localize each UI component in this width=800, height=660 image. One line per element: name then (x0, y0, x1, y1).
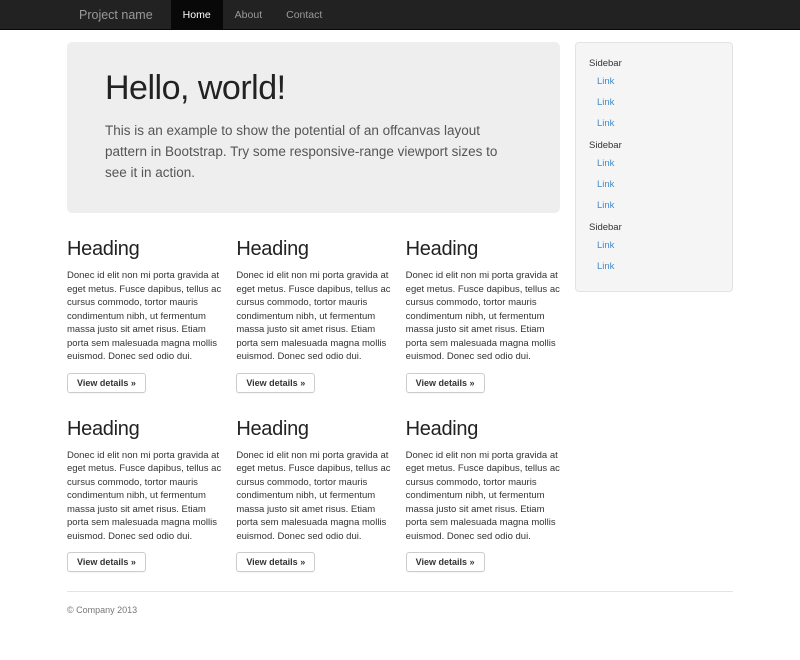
card-heading: Heading (406, 418, 560, 441)
jumbotron-text: This is an example to show the potential… (105, 120, 522, 183)
jumbotron: Hello, world! This is an example to show… (67, 42, 560, 213)
sidebar-group-1: Sidebar Link Link Link (589, 58, 719, 134)
sidebar-link[interactable]: Link (589, 174, 719, 195)
sidebar: Sidebar Link Link Link Sidebar Link Link… (575, 42, 733, 292)
card-body-text: Donec id elit non mi porta gravida at eg… (236, 449, 390, 544)
nav-item-contact[interactable]: Contact (274, 0, 334, 30)
navbar: Project name Home About Contact (0, 0, 800, 30)
view-details-button[interactable]: View details » (67, 552, 146, 572)
sidebar-link[interactable]: Link (589, 153, 719, 174)
card-body-text: Donec id elit non mi porta gravida at eg… (67, 449, 221, 544)
cards-grid: Heading Donec id elit non mi porta gravi… (67, 213, 560, 572)
view-details-button[interactable]: View details » (236, 373, 315, 393)
main-column: Hello, world! This is an example to show… (67, 42, 560, 572)
view-details-button[interactable]: View details » (406, 373, 485, 393)
card-body-text: Donec id elit non mi porta gravida at eg… (236, 269, 390, 364)
sidebar-group-3: Sidebar Link Link (589, 222, 719, 277)
footer: © Company 2013 (67, 591, 733, 615)
view-details-button[interactable]: View details » (236, 552, 315, 572)
sidebar-link[interactable]: Link (589, 71, 719, 92)
card-5: Heading Donec id elit non mi porta gravi… (236, 393, 390, 573)
page-container: Hello, world! This is an example to show… (67, 42, 733, 615)
nav-item-home[interactable]: Home (171, 0, 223, 30)
sidebar-link[interactable]: Link (589, 113, 719, 134)
page-title: Hello, world! (105, 69, 522, 108)
card-body-text: Donec id elit non mi porta gravida at eg… (406, 269, 560, 364)
view-details-button[interactable]: View details » (67, 373, 146, 393)
sidebar-group-2: Sidebar Link Link Link (589, 140, 719, 216)
footer-divider (67, 591, 733, 592)
card-heading: Heading (406, 238, 560, 261)
view-details-button[interactable]: View details » (406, 552, 485, 572)
sidebar-heading: Sidebar (589, 58, 719, 70)
sidebar-heading: Sidebar (589, 140, 719, 152)
card-3: Heading Donec id elit non mi porta gravi… (406, 213, 560, 393)
card-2: Heading Donec id elit non mi porta gravi… (236, 213, 390, 393)
card-6: Heading Donec id elit non mi porta gravi… (406, 393, 560, 573)
navbar-links: Home About Contact (171, 0, 335, 30)
card-body-text: Donec id elit non mi porta gravida at eg… (67, 269, 221, 364)
copyright-text: © Company 2013 (67, 605, 733, 615)
card-4: Heading Donec id elit non mi porta gravi… (67, 393, 221, 573)
navbar-container: Project name Home About Contact (67, 0, 733, 30)
sidebar-link[interactable]: Link (589, 92, 719, 113)
card-heading: Heading (67, 238, 221, 261)
card-heading: Heading (67, 418, 221, 441)
card-body-text: Donec id elit non mi porta gravida at eg… (406, 449, 560, 544)
navbar-brand[interactable]: Project name (67, 0, 171, 30)
nav-item-about[interactable]: About (223, 0, 274, 30)
card-1: Heading Donec id elit non mi porta gravi… (67, 213, 221, 393)
content-row: Hello, world! This is an example to show… (67, 42, 733, 572)
sidebar-heading: Sidebar (589, 222, 719, 234)
card-heading: Heading (236, 418, 390, 441)
sidebar-link[interactable]: Link (589, 235, 719, 256)
sidebar-link[interactable]: Link (589, 195, 719, 216)
sidebar-column: Sidebar Link Link Link Sidebar Link Link… (575, 42, 733, 292)
card-heading: Heading (236, 238, 390, 261)
sidebar-link[interactable]: Link (589, 256, 719, 277)
